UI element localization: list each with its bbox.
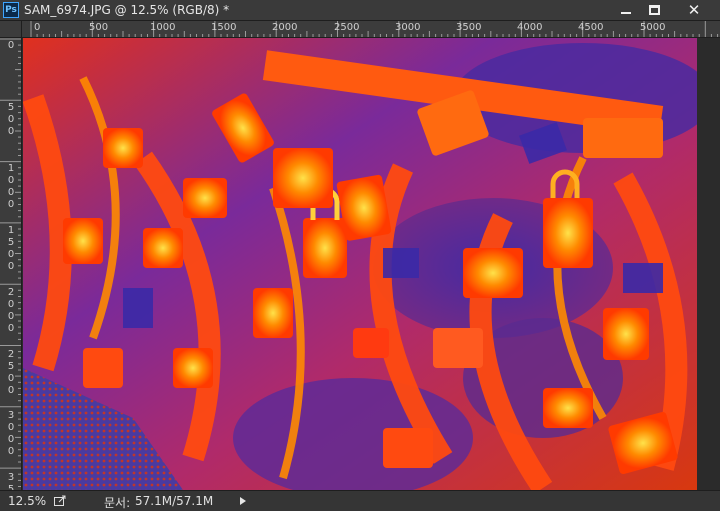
status-bar: 12.5% 문서: 57.1M/57.1M [0, 490, 720, 511]
ruler-label: 5000 [640, 22, 666, 33]
minimize-icon [621, 12, 631, 14]
zoom-level-field[interactable]: 12.5% [8, 494, 46, 508]
document-size-value: 57.1M/57.1M [135, 494, 214, 508]
ruler-label: 2500 [334, 22, 360, 33]
close-button[interactable]: ✕ [674, 0, 714, 20]
ruler-label: 1000 [7, 163, 15, 210]
ruler-label: 3000 [395, 22, 421, 33]
ruler-label: 1500 [211, 22, 237, 33]
ruler-origin[interactable] [0, 21, 22, 38]
ruler-label: 2000 [272, 22, 298, 33]
ruler-label: 3000 [7, 410, 15, 457]
document-canvas[interactable] [23, 38, 697, 490]
ruler-label: 500 [7, 102, 15, 137]
horizontal-ruler-ticks [30, 21, 719, 37]
vertical-scroll-area [697, 38, 720, 490]
ruler-label: 2500 [7, 349, 15, 396]
ruler-label: 1000 [150, 22, 176, 33]
vertical-ruler[interactable]: 0 500 1000 1500 2000 2500 3000 35 [0, 38, 22, 490]
ruler-label: 4000 [517, 22, 543, 33]
horizontal-ruler[interactable]: 0 500 1000 1500 2000 2500 3000 3500 4000… [22, 21, 720, 38]
document-size-label: 문서: [104, 496, 131, 510]
maximize-icon [648, 5, 660, 15]
status-menu-arrow-icon[interactable] [240, 497, 246, 505]
document-image [23, 38, 697, 490]
photoshop-logo-icon: Ps [3, 2, 19, 18]
ruler-label: 3500 [456, 22, 482, 33]
maximize-button[interactable] [640, 0, 668, 20]
ruler-label: 1500 [7, 225, 15, 272]
ruler-label: 2000 [7, 287, 15, 334]
export-icon[interactable] [54, 495, 67, 506]
ruler-label: 4500 [578, 22, 604, 33]
ruler-label: 0 [7, 40, 15, 51]
close-icon: ✕ [687, 1, 701, 19]
ruler-label: 0 [34, 22, 41, 33]
ruler-label: 35 [7, 472, 15, 490]
ruler-label: 500 [89, 22, 109, 33]
document-tab-title[interactable]: SAM_6974.JPG @ 12.5% (RGB/8) * [24, 3, 229, 17]
title-bar: Ps SAM_6974.JPG @ 12.5% (RGB/8) * ✕ [0, 0, 720, 21]
minimize-button[interactable] [612, 0, 640, 20]
